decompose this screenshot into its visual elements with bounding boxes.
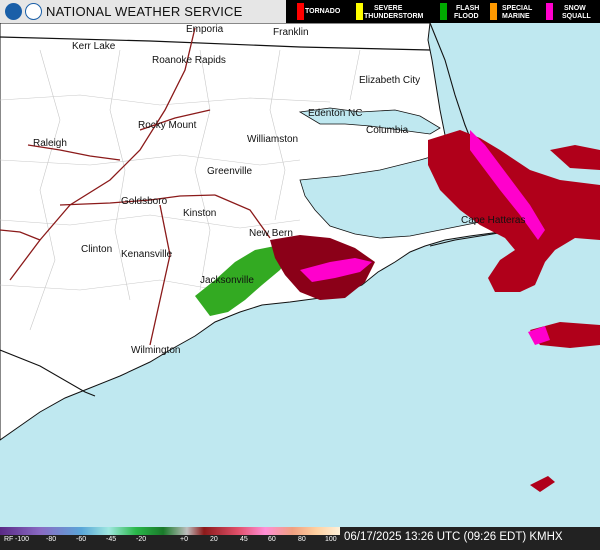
scale-tick: 60	[268, 536, 276, 543]
city-label: Elizabeth City	[359, 75, 421, 86]
scale-tick: 20	[210, 536, 218, 543]
city-label: Franklin	[273, 27, 309, 38]
scale-tick: -45	[106, 536, 117, 543]
legend-label: SEVERE	[374, 5, 403, 12]
scale-label: RF	[4, 536, 14, 543]
noaa-logo-icon	[5, 3, 22, 20]
legend-swatch	[546, 3, 553, 20]
city-label: Roanoke Rapids	[152, 55, 226, 66]
header-title: NATIONAL WEATHER SERVICE	[46, 4, 243, 19]
legend-label: MARINE	[502, 13, 530, 20]
legend-label: THUNDERSTORM	[364, 13, 424, 20]
legend-label: FLASH	[456, 5, 480, 12]
reflectivity-scale-bar	[0, 527, 340, 535]
legend-label: SPECIAL	[502, 5, 533, 12]
city-label: Emporia	[186, 24, 224, 35]
city-label: Wilmington	[131, 345, 181, 356]
legend-label: SQUALL	[562, 13, 591, 20]
city-label: Kerr Lake	[72, 41, 116, 52]
legend-label: FLOOD	[454, 13, 479, 20]
scale-tick: 45	[240, 536, 248, 543]
warnings-legend: TORNADO SEVERE THUNDERSTORM FLASH FLOOD …	[286, 0, 600, 23]
legend-swatch	[356, 3, 363, 20]
city-label: Greenville	[207, 166, 253, 177]
scale-tick: -100	[15, 536, 30, 543]
city-label: Columbia	[366, 125, 409, 136]
legend-special-marine: SPECIAL MARINE	[490, 0, 544, 23]
nws-logo-icon	[25, 3, 42, 20]
legend-swatch	[490, 3, 497, 20]
scale-tick: -60	[76, 536, 87, 543]
city-label: Kinston	[183, 208, 217, 219]
city-label: Raleigh	[33, 138, 67, 149]
legend-severe-thunderstorm: SEVERE THUNDERSTORM	[356, 0, 432, 23]
city-label: Clinton	[81, 244, 113, 255]
city-label: New Bern	[249, 228, 293, 239]
city-label: Cape Hatteras	[461, 215, 526, 226]
scale-tick: -80	[46, 536, 57, 543]
city-label: Goldsboro	[121, 196, 168, 207]
timestamp: 06/17/2025 13:26 UTC (09:26 EDT) KMHX	[344, 531, 563, 543]
legend-tornado: TORNADO	[297, 0, 353, 23]
legend-swatch	[440, 3, 447, 20]
scale-tick: 100	[325, 536, 337, 543]
city-label: Jacksonville	[200, 275, 254, 286]
legend-swatch	[297, 3, 304, 20]
city-label: Rocky Mount	[138, 120, 197, 131]
city-label: Williamston	[247, 134, 299, 145]
city-label: Kenansville	[121, 249, 173, 260]
scale-tick: +0	[180, 536, 188, 543]
legend-snow-squall: SNOW SQUALL	[546, 0, 600, 23]
scale-tick: -20	[136, 536, 147, 543]
legend-label: TORNADO	[305, 8, 341, 15]
legend-label: SNOW	[564, 5, 586, 12]
city-label: Edenton NC	[308, 108, 363, 119]
legend-flash-flood: FLASH FLOOD	[440, 0, 486, 23]
radar-map	[0, 0, 600, 550]
scale-tick: 80	[298, 536, 306, 543]
